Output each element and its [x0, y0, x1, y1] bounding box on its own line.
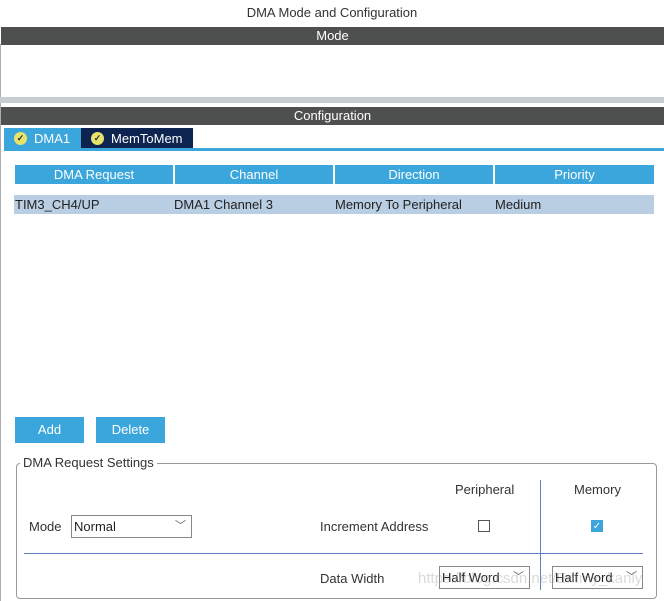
mode-label: Mode — [29, 519, 62, 534]
cell-priority: Medium — [495, 197, 542, 212]
mode-value: Normal — [74, 519, 116, 534]
tab-dma1[interactable]: ✓ DMA1 — [4, 128, 81, 149]
section-divider — [0, 97, 664, 103]
chevron-down-icon: ﹀ — [175, 520, 186, 532]
tab-memtomem[interactable]: ✓ MemToMem — [81, 128, 193, 149]
row-divider — [24, 553, 643, 554]
watermark: https://blog.csdn.net/Emmy_kanly — [418, 570, 643, 587]
check-circle-icon: ✓ — [14, 132, 27, 145]
settings-legend: DMA Request Settings — [20, 455, 157, 470]
tab-underline — [4, 148, 664, 151]
check-circle-icon: ✓ — [91, 132, 104, 145]
column-header-priority[interactable]: Priority — [495, 165, 654, 184]
increment-address-label: Increment Address — [320, 519, 429, 534]
peripheral-header: Peripheral — [455, 482, 515, 497]
memory-header: Memory — [574, 482, 621, 497]
column-header-channel[interactable]: Channel — [175, 165, 333, 184]
add-button[interactable]: Add — [15, 417, 84, 443]
configuration-section-header: Configuration — [1, 107, 664, 125]
cell-direction: Memory To Peripheral — [335, 197, 462, 212]
column-header-direction[interactable]: Direction — [335, 165, 493, 184]
data-width-label: Data Width — [320, 571, 385, 586]
mode-select[interactable]: Normal ﹀ — [71, 515, 192, 538]
window-title: DMA Mode and Configuration — [246, 5, 418, 20]
tab-label: MemToMem — [111, 131, 183, 146]
memory-increment-checkbox[interactable]: ✓ — [591, 520, 603, 532]
left-border — [0, 44, 1, 601]
check-icon: ✓ — [592, 521, 602, 532]
peripheral-increment-checkbox[interactable] — [478, 520, 490, 532]
column-header-dma-request[interactable]: DMA Request — [15, 165, 173, 184]
table-row[interactable] — [14, 195, 654, 214]
tab-label: DMA1 — [34, 131, 71, 146]
cell-channel: DMA1 Channel 3 — [174, 197, 273, 212]
cell-dma-request: TIM3_CH4/UP — [15, 197, 100, 212]
delete-button[interactable]: Delete — [96, 417, 165, 443]
mode-section-header: Mode — [1, 27, 664, 45]
